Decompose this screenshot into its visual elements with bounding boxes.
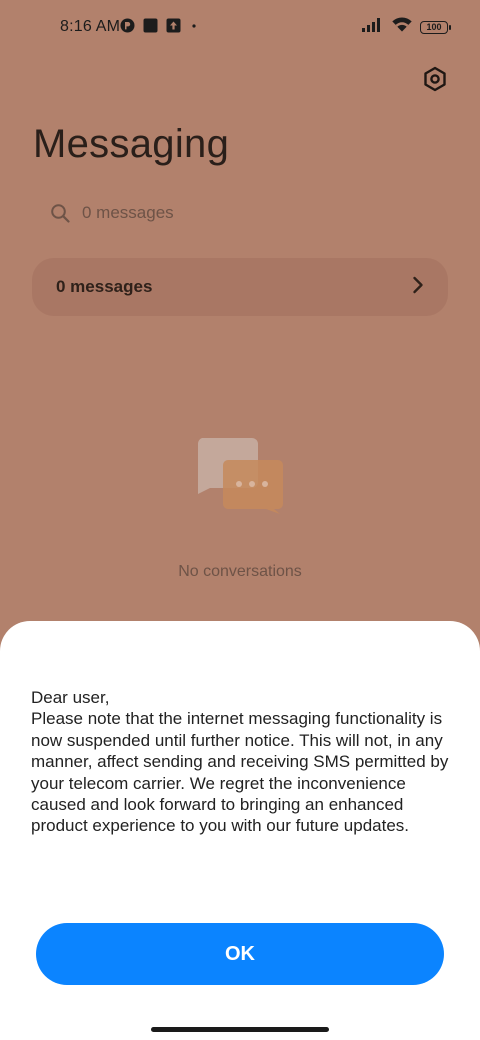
search-bar[interactable]: 0 messages xyxy=(32,190,448,236)
empty-conversations-icon xyxy=(196,438,286,514)
upload-notification-icon xyxy=(166,18,181,38)
notice-dialog: Dear user, Please note that the internet… xyxy=(0,621,480,1040)
notification-icons xyxy=(120,18,199,38)
app-notification-icon xyxy=(120,18,135,38)
ok-button[interactable]: OK xyxy=(36,923,444,985)
dialog-message: Please note that the internet messaging … xyxy=(31,709,449,836)
settings-button[interactable] xyxy=(418,64,452,98)
dialog-body: Dear user, Please note that the internet… xyxy=(31,687,461,837)
battery-icon: 100 xyxy=(420,20,451,34)
messaging-screen: 8:16 AM 100 Messaging 0 messages 0 messa… xyxy=(0,0,480,1040)
square-notification-icon xyxy=(143,18,158,38)
dot-icon xyxy=(189,18,199,38)
messages-summary-card[interactable]: 0 messages xyxy=(32,258,448,316)
page-title: Messaging xyxy=(33,122,230,166)
home-indicator[interactable] xyxy=(151,1027,329,1032)
system-status-icons: 100 xyxy=(362,17,451,37)
settings-icon xyxy=(422,66,448,97)
status-time: 8:16 AM xyxy=(60,18,121,35)
signal-icon xyxy=(362,17,384,37)
empty-state-text: No conversations xyxy=(178,563,302,580)
chevron-right-icon xyxy=(412,276,424,299)
search-icon xyxy=(50,203,70,223)
wifi-icon xyxy=(392,17,412,37)
search-placeholder: 0 messages xyxy=(82,203,174,222)
status-bar: 8:16 AM 100 xyxy=(0,0,480,56)
dialog-greeting: Dear user, xyxy=(31,688,110,707)
messages-summary-label: 0 messages xyxy=(56,277,153,296)
